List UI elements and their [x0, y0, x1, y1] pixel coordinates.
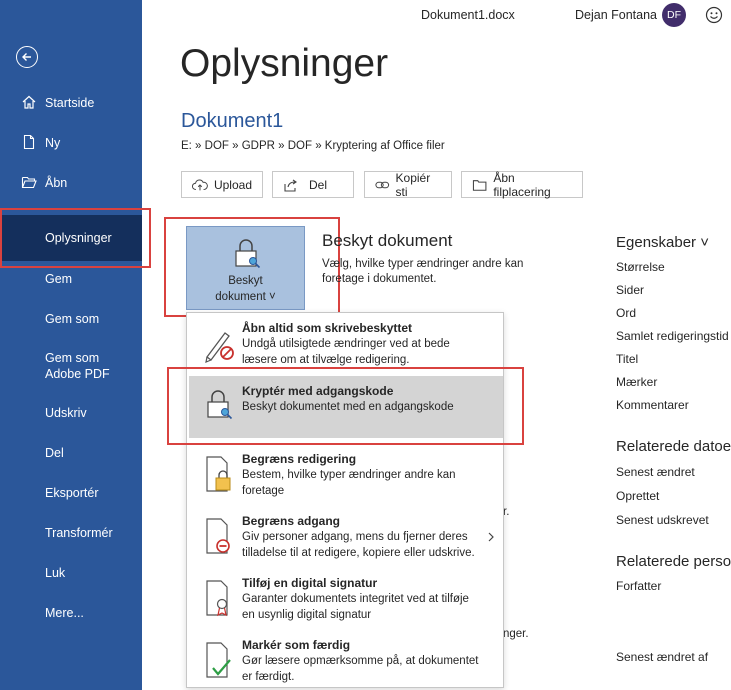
sidebar-item-label: Startside	[45, 96, 95, 110]
properties-heading[interactable]: Egenskaber ˅	[616, 234, 709, 251]
menu-item-desc: Garanter dokumentets integritet ved at t…	[242, 593, 469, 621]
sidebar-item-gem-som-pdf[interactable]: Gem som Adobe PDF	[0, 350, 142, 384]
annotation-box-protect	[164, 217, 340, 317]
sidebar-item-label: Del	[45, 446, 64, 460]
sidebar-item-gem-som[interactable]: Gem som	[0, 310, 142, 330]
new-document-icon	[23, 134, 35, 150]
sidebar-item-aabn[interactable]: Åbn	[0, 174, 142, 194]
menu-item-title: Markér som færdig	[242, 638, 351, 652]
copy-path-button[interactable]: Kopiér sti	[364, 170, 452, 199]
backstage-sidebar: Startside Ny Åbn Oplysninger Gem Gem som…	[0, 0, 142, 690]
folder-icon	[472, 179, 487, 191]
date-label: Oprettet	[616, 489, 660, 503]
property-label: Sider	[616, 283, 645, 297]
home-icon	[22, 95, 36, 109]
back-button[interactable]	[16, 46, 38, 68]
user-name[interactable]: Dejan Fontana	[575, 8, 657, 22]
property-label: Kommentarer	[616, 398, 689, 412]
share-button-label: Del	[309, 177, 328, 192]
annotation-box-encrypt	[167, 367, 524, 445]
menu-item-digital-signature[interactable]: Tilføj en digital signatur Garanter doku…	[187, 568, 503, 630]
avatar[interactable]: DF	[662, 3, 686, 27]
last-modified-by-label: Senest ændret af	[616, 650, 709, 664]
annotation-box-oplysninger	[0, 208, 151, 268]
sidebar-item-label: Gem	[45, 272, 73, 286]
menu-item-mark-final[interactable]: Markér som færdig Gør læsere opmærksomme…	[187, 630, 503, 688]
menu-item-title: Begræns adgang	[242, 514, 341, 528]
upload-button-label: Upload	[213, 177, 252, 192]
chevron-right-icon	[488, 532, 494, 542]
date-label: Senest ændret	[616, 465, 695, 479]
sidebar-item-label: Gem som	[45, 312, 100, 326]
sidebar-item-startside[interactable]: Startside	[0, 94, 142, 114]
related-people-heading: Relaterede personer	[616, 553, 731, 570]
protect-description: Vælg, hvilke typer ændringer andre kan f…	[322, 258, 524, 285]
sidebar-item-label: Luk	[45, 566, 66, 580]
smiley-feedback-icon[interactable]	[705, 6, 723, 24]
menu-item-title: Åbn altid som skrivebeskyttet	[242, 321, 413, 335]
property-label: Titel	[616, 352, 639, 366]
file-name: Dokument1.docx	[421, 8, 515, 22]
sidebar-item-udskriv[interactable]: Udskriv	[0, 406, 142, 426]
property-label: Mærker	[616, 375, 658, 389]
sidebar-item-label: Mere...	[45, 606, 84, 620]
menu-item-desc: Gør læsere opmærksomme på, at dokumentet…	[242, 655, 479, 683]
pencil-no-icon	[205, 332, 234, 363]
person-label: Forfatter	[616, 579, 662, 593]
hidden-text-fragment: nger.	[503, 628, 529, 640]
document-title: Dokument1	[181, 110, 284, 132]
sidebar-item-label: Eksportér	[45, 486, 99, 500]
copy-path-button-label: Kopiér sti	[395, 170, 431, 199]
sidebar-item-ny[interactable]: Ny	[0, 134, 142, 154]
sidebar-item-transformer[interactable]: Transformér	[0, 526, 142, 546]
open-file-location-button-label: Åbn filplacering	[493, 170, 551, 199]
menu-item-desc: Undgå utilsigtede ændringer ved at bede …	[242, 338, 450, 366]
sidebar-item-label: Ny	[45, 136, 61, 150]
menu-item-restrict-access[interactable]: Begræns adgang Giv personer adgang, mens…	[187, 506, 503, 568]
sidebar-item-mere[interactable]: Mere...	[0, 606, 142, 626]
document-ribbon-icon	[206, 580, 228, 617]
menu-item-title: Begræns redigering	[242, 452, 357, 466]
menu-item-always-read-only[interactable]: Åbn altid som skrivebeskyttet Undgå util…	[187, 313, 503, 373]
document-lock-icon	[206, 456, 231, 492]
page-title: Oplysninger	[180, 42, 389, 85]
property-label: Størrelse	[616, 260, 665, 274]
date-label: Senest udskrevet	[616, 513, 709, 527]
sidebar-item-luk[interactable]: Luk	[0, 566, 142, 586]
related-dates-heading: Relaterede datoer	[616, 438, 731, 455]
document-path: E: » DOF » GDPR » DOF » Kryptering af Of…	[181, 140, 445, 152]
arrow-left-icon	[22, 53, 31, 61]
property-label: Ord	[616, 306, 637, 320]
link-icon	[375, 181, 390, 188]
menu-item-title: Tilføj en digital signatur	[242, 576, 378, 590]
share-button[interactable]: Del	[272, 171, 354, 198]
document-restrict-icon	[206, 518, 230, 554]
sidebar-item-label: Udskriv	[45, 406, 87, 420]
sidebar-item-gem[interactable]: Gem	[0, 270, 142, 290]
open-file-location-button[interactable]: Åbn filplacering	[461, 170, 583, 199]
menu-item-desc: Bestem, hvilke typer ændringer andre kan…	[242, 469, 456, 497]
menu-item-restrict-editing[interactable]: Begræns redigering Bestem, hvilke typer …	[187, 444, 503, 506]
menu-item-desc: Giv personer adgang, mens du fjerner der…	[242, 531, 475, 559]
share-icon	[284, 179, 297, 192]
property-label: Samlet redigeringstid	[616, 329, 729, 343]
sidebar-item-label: Åbn	[45, 176, 68, 190]
sidebar-item-label: Transformér	[45, 526, 113, 540]
sidebar-item-eksporter[interactable]: Eksportér	[0, 486, 142, 506]
cloud-upload-icon	[192, 179, 208, 190]
sidebar-item-del[interactable]: Del	[0, 446, 142, 466]
folder-open-icon	[21, 176, 37, 189]
upload-button[interactable]: Upload	[181, 171, 263, 198]
sidebar-item-label: Gem som Adobe PDF	[45, 351, 110, 381]
document-check-icon	[206, 642, 231, 678]
protect-heading: Beskyt dokument	[322, 231, 453, 250]
